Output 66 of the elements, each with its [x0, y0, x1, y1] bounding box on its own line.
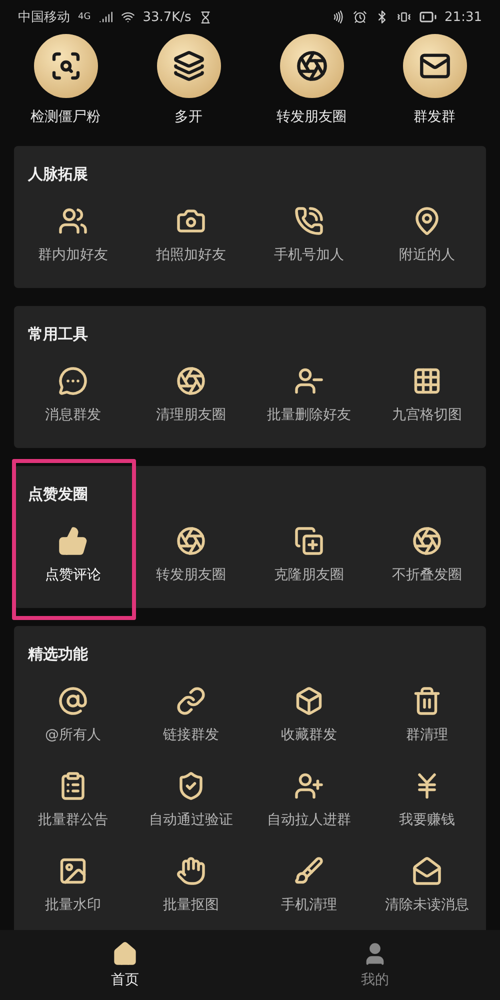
- feature-label[interactable]: 批量水印: [45, 896, 101, 914]
- nav-tab[interactable]: 首页: [0, 930, 250, 1000]
- carrier-name: 中国移动: [18, 9, 70, 26]
- wifi-icon: [120, 10, 135, 24]
- feature-label[interactable]: 批量抠图: [163, 896, 219, 914]
- envelope-icon[interactable]: [412, 856, 442, 886]
- search-icon: [50, 50, 82, 82]
- nav-tab[interactable]: 我的: [250, 930, 500, 1000]
- at-sign-icon[interactable]: [58, 686, 88, 716]
- grid-icon[interactable]: [412, 366, 442, 396]
- feature-label[interactable]: 批量群公告: [38, 811, 108, 829]
- section-title: 人脉拓展: [26, 164, 89, 184]
- aperture-icon[interactable]: [412, 526, 442, 556]
- feature-label[interactable]: 附近的人: [399, 246, 455, 264]
- feature-label[interactable]: 不折叠发圈: [392, 566, 462, 584]
- feature-label[interactable]: 九宫格切图: [392, 406, 462, 424]
- vibrate-icon: [396, 10, 411, 24]
- feature-label[interactable]: 群内加好友: [38, 246, 108, 264]
- aperture-icon: [296, 50, 328, 82]
- feature-label[interactable]: 克隆朋友圈: [274, 566, 344, 584]
- link-icon[interactable]: [176, 686, 206, 716]
- feature-label[interactable]: 收藏群发: [281, 726, 337, 744]
- brush-icon[interactable]: [294, 856, 324, 886]
- feature-label[interactable]: 消息群发: [45, 406, 101, 424]
- feature-label[interactable]: 我要赚钱: [399, 811, 455, 829]
- feature-label[interactable]: 自动拉人进群: [267, 811, 351, 829]
- thumbs-up-icon[interactable]: [58, 526, 88, 556]
- user-minus-icon[interactable]: [294, 366, 324, 396]
- feature-label[interactable]: 链接群发: [163, 726, 219, 744]
- feature-label[interactable]: @所有人: [45, 726, 101, 744]
- feature-label[interactable]: 批量删除好友: [267, 406, 351, 424]
- section-title: 点赞发圈: [27, 484, 89, 504]
- shortcut-label: 检测僵尸粉: [30, 108, 100, 126]
- feature-label[interactable]: 点赞评论: [45, 566, 101, 584]
- layers-icon: [172, 50, 204, 82]
- trash-icon[interactable]: [412, 686, 442, 716]
- image-icon[interactable]: [58, 856, 88, 886]
- people-icon[interactable]: [58, 206, 88, 236]
- shortcut-label: 转发朋友圈: [276, 108, 346, 126]
- phone-icon[interactable]: [294, 206, 324, 236]
- copy-plus-icon[interactable]: [294, 526, 324, 556]
- user-plus-icon[interactable]: [294, 771, 324, 801]
- network-speed: 33.7K/s: [142, 10, 192, 24]
- shortcut-label: 群发群: [414, 108, 456, 126]
- feature-label[interactable]: 手机清理: [281, 896, 337, 914]
- hourglass-icon: [199, 10, 212, 24]
- feature-label[interactable]: 清除未读消息: [385, 896, 469, 914]
- box-icon[interactable]: [294, 686, 324, 716]
- feature-label[interactable]: 拍照加好友: [156, 246, 226, 264]
- feature-label[interactable]: 转发朋友圈: [156, 566, 226, 584]
- chat-icon[interactable]: [58, 366, 88, 396]
- clock-time: 21:31: [444, 10, 482, 24]
- section-title: 常用工具: [27, 324, 89, 344]
- alarm-icon: [352, 10, 367, 24]
- feature-label[interactable]: 自动通过验证: [149, 811, 233, 829]
- hand-icon[interactable]: [176, 856, 206, 886]
- feature-label[interactable]: 群清理: [406, 726, 448, 744]
- feature-label[interactable]: 手机号加人: [274, 246, 344, 264]
- shortcut-label: 多开: [174, 108, 202, 126]
- aperture-icon[interactable]: [176, 366, 206, 396]
- section-title: 精选功能: [26, 644, 89, 664]
- feature-label[interactable]: 清理朋友圈: [156, 406, 226, 424]
- network-type: 4G: [78, 12, 91, 22]
- aperture-icon[interactable]: [176, 526, 206, 556]
- signal-icon: [98, 10, 113, 24]
- home-icon: [112, 941, 138, 967]
